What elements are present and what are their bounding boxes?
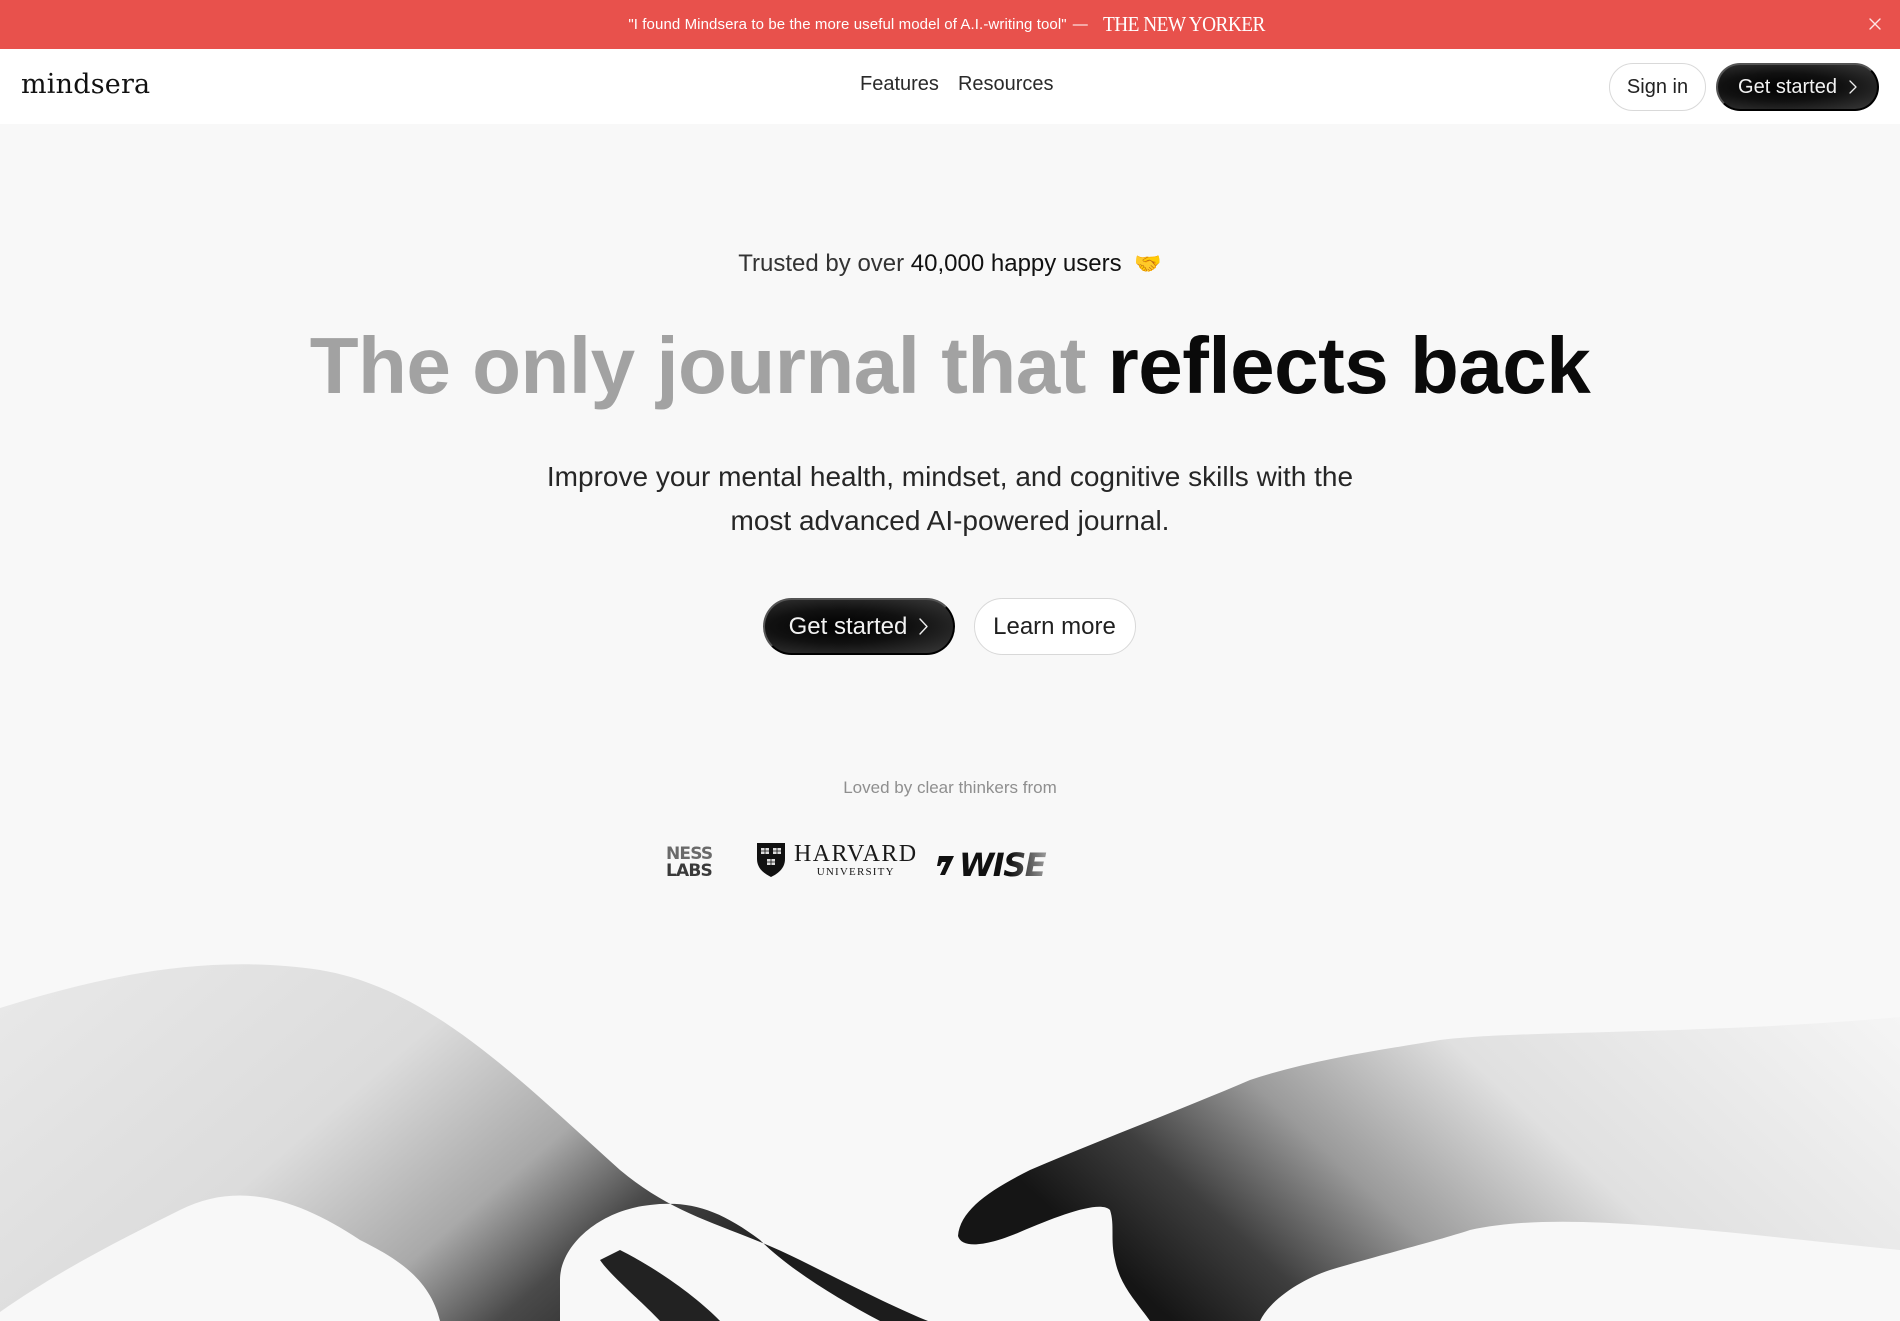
hero-get-started-label: Get started <box>788 612 908 640</box>
announcement-banner: "I found Mindsera to be the more useful … <box>0 0 1900 49</box>
handshake-icon: 🤝 <box>1134 251 1162 276</box>
learn-more-button[interactable]: Learn more <box>973 598 1136 655</box>
trusted-suffix: happy users <box>990 250 1122 277</box>
main-nav: Features Resources <box>860 73 1054 96</box>
harvard-wordmark: HARVARD <box>794 841 918 867</box>
every-logo: EV E RY <box>1079 847 1200 891</box>
harvard-logo: HARVARD UNIVERSITY <box>756 842 917 878</box>
user-count: 40,000 <box>910 250 985 277</box>
headline-muted-part: The only journal that <box>309 321 1087 410</box>
chevron-right-icon <box>919 618 929 635</box>
ness-labs-logo: NESS LABS <box>666 846 713 881</box>
close-icon <box>1869 18 1881 30</box>
social-proof-label: Loved by clear thinkers from <box>843 778 1057 797</box>
sign-in-label: Sign in <box>1626 75 1689 98</box>
wise-logo: WISE <box>936 846 1047 884</box>
hero-get-started-button[interactable]: Get started <box>762 598 955 655</box>
headline-emphasis: reflects back <box>1107 321 1591 410</box>
ness-labs-line2: LABS <box>666 861 713 881</box>
subhead-line-2: most advanced AI-powered journal. <box>730 505 1170 536</box>
hero-cta-row: Get started Learn more <box>0 598 1900 655</box>
subhead-line-1: Improve your mental health, mindset, and… <box>546 461 1354 492</box>
left-hand <box>0 964 928 1321</box>
every-script-e: E <box>1127 848 1153 890</box>
banner-dash: — <box>1072 16 1088 33</box>
hero-headline: The only journal that reflects back <box>0 318 1900 414</box>
header-get-started-button[interactable]: Get started <box>1716 63 1879 111</box>
harvard-subtitle: UNIVERSITY <box>816 866 895 878</box>
banner-quote: "I found Mindsera to be the more useful … <box>628 16 1067 33</box>
right-hand <box>958 1017 1900 1321</box>
nav-resources[interactable]: Resources <box>958 73 1054 96</box>
every-part-a: EV <box>1079 850 1127 887</box>
harvard-shield-icon <box>756 842 786 878</box>
sign-in-button[interactable]: Sign in <box>1609 63 1706 111</box>
nav-features[interactable]: Features <box>860 73 939 96</box>
every-part-b: RY <box>1152 850 1201 887</box>
mindsera-logo[interactable]: mindsera <box>21 69 150 100</box>
yale-logo-partial: Ya <box>1232 846 1273 888</box>
chevron-right-icon <box>1849 80 1857 94</box>
site-header: mindsera Features Resources Sign in Get … <box>0 49 1900 124</box>
learn-more-label: Learn more <box>993 612 1116 640</box>
wise-flag-icon <box>936 846 956 884</box>
get-started-label: Get started <box>1738 75 1837 98</box>
trusted-by-line: Trusted by over 40,000 happy users 🤝 <box>0 250 1900 278</box>
trusted-prefix: Trusted by over <box>738 250 905 277</box>
banner-close-button[interactable] <box>1864 13 1886 35</box>
reaching-hands-illustration <box>0 964 1900 1321</box>
hero-subheading: Improve your mental health, mindset, and… <box>0 455 1900 543</box>
company-logo-strip: NESS LABS HARVARD UNIVERSITY WISE EV E R… <box>550 826 1350 906</box>
new-yorker-logo: THE NEW YORKER <box>1102 12 1265 36</box>
wise-wordmark: WISE <box>959 846 1047 884</box>
